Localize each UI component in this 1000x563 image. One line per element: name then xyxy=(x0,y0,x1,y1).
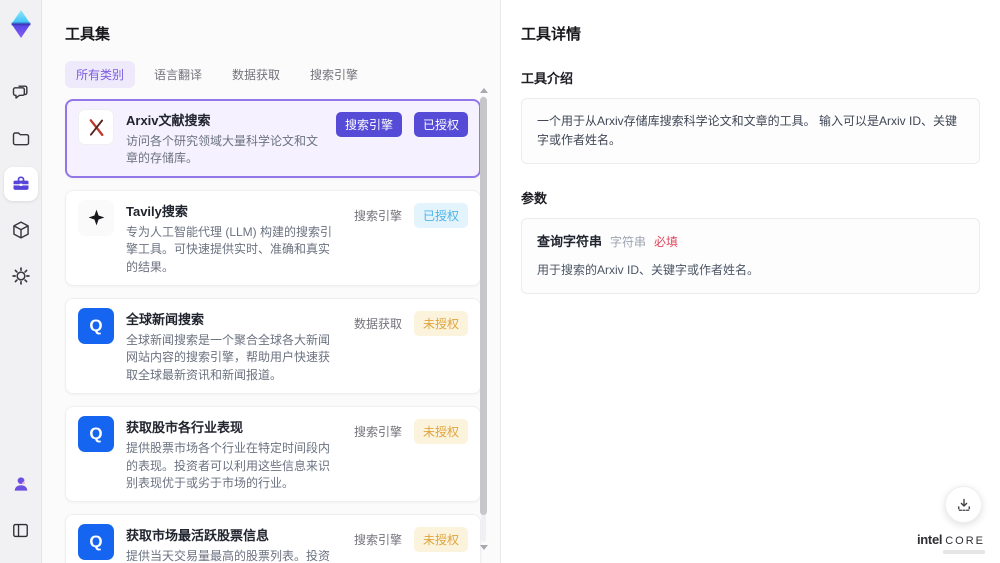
left-rail xyxy=(0,0,42,563)
tool-name: 获取市场最活跃股票信息 xyxy=(126,528,270,544)
tool-text: 获取市场最活跃股票信息 提供当天交易量最高的股票列表。投资者可以利用这些信息来识… xyxy=(126,524,342,563)
tool-icon-tile: Q xyxy=(78,307,114,344)
page-title: 工具集 xyxy=(65,26,111,43)
tool-category-badge: 搜索引擎 xyxy=(353,425,402,440)
tool-icon-tile: Q xyxy=(78,524,114,561)
intel-wordmark: intel xyxy=(916,531,943,547)
tool-icon-tile: Q xyxy=(78,416,114,453)
tool-icon-tile xyxy=(78,109,114,145)
tool-list: Arxiv文献搜索 访问各个研究领域大量科学论文和文章的存储库。 搜索引擎 已授… xyxy=(65,99,481,563)
tool-category-badge: 搜索引擎 xyxy=(335,112,402,137)
tool-card-4[interactable]: Q 获取市场最活跃股票信息 提供当天交易量最高的股票列表。投资者可以利用这些信息… xyxy=(65,514,481,563)
nav-models[interactable] xyxy=(4,213,38,247)
parameter-description: 用于搜索的Arxiv ID、关键字或作者姓名。 xyxy=(537,263,760,278)
tool-auth-badge: 已授权 xyxy=(413,112,468,137)
tool-category-badge: 搜索引擎 xyxy=(353,533,402,548)
nav-files[interactable] xyxy=(4,121,38,155)
intel-core-logo: intel CORE xyxy=(916,531,985,554)
nav-toolbox[interactable] xyxy=(3,167,38,201)
tool-description: 访问各个研究领域大量科学论文和文章的存储库。 xyxy=(126,134,319,166)
panel-toggle-icon xyxy=(13,523,28,537)
parameter-type: 字符串 xyxy=(610,235,647,250)
parameter-name: 查询字符串 xyxy=(537,234,603,250)
tool-badges: 搜索引擎 未授权 xyxy=(353,524,468,553)
tab-2[interactable]: 数据获取 xyxy=(221,61,291,88)
tool-category-badge: 搜索引擎 xyxy=(353,208,402,223)
tool-list-pane: 工具集 所有类别 语言翻译 数据获取 搜索引擎 Arxiv文献搜索 访问各个研究领域大… xyxy=(42,0,500,563)
tool-badges: 搜索引擎 未授权 xyxy=(353,416,468,445)
tool-text: 全球新闻搜索 全球新闻搜索是一个聚合全球各大新闻网站内容的搜索引擎，帮助用户快速… xyxy=(126,308,342,384)
intel-core-subline xyxy=(943,550,985,554)
parameter-header: 查询字符串 字符串 必填 xyxy=(537,232,964,253)
tool-name: Tavily搜索 xyxy=(126,203,188,219)
list-scrollbar[interactable] xyxy=(479,88,488,550)
tool-intro-text: 一个用于从Arxiv存储库搜索科学论文和文章的工具。 输入可以是Arxiv ID… xyxy=(521,98,980,165)
app-window: 工具集 所有类别 语言翻译 数据获取 搜索引擎 Arxiv文献搜索 访问各个研究领域大… xyxy=(0,0,1000,563)
tool-text: Tavily搜索 专为人工智能代理 (LLM) 构建的搜索引擎工具。可快速提供实… xyxy=(126,200,342,276)
tab-0[interactable]: 所有类别 xyxy=(65,61,136,88)
tool-name: 全球新闻搜索 xyxy=(126,311,205,327)
scroll-up-arrow-icon[interactable] xyxy=(479,88,488,93)
tool-badges: 搜索引擎 已授权 xyxy=(354,200,468,228)
settings-icon xyxy=(11,267,30,285)
intro-section-title: 工具介绍 xyxy=(521,71,574,86)
arxiv-logo-icon xyxy=(89,118,103,136)
tool-auth-badge: 未授权 xyxy=(413,527,468,553)
tool-card-0[interactable]: Arxiv文献搜索 访问各个研究领域大量科学论文和文章的存储库。 搜索引擎 已授… xyxy=(65,99,481,178)
download-icon xyxy=(957,498,970,511)
cube-icon xyxy=(12,221,29,239)
nav-settings[interactable] xyxy=(4,259,38,293)
scroll-down-arrow-icon[interactable] xyxy=(479,545,488,550)
category-tabs: 所有类别 语言翻译 数据获取 搜索引擎 xyxy=(65,61,500,88)
tool-description: 专为人工智能代理 (LLM) 构建的搜索引擎工具。可快速提供实时、准确和真实的结… xyxy=(126,224,333,274)
tool-card-1[interactable]: Tavily搜索 专为人工智能代理 (LLM) 构建的搜索引擎工具。可快速提供实… xyxy=(65,189,481,286)
tavily-star-icon xyxy=(88,209,104,226)
tool-description: 提供股票市场各个行业在特定时间段内的表现。投资者可以利用这些信息来识别表现优于或… xyxy=(126,441,331,490)
download-button[interactable] xyxy=(945,486,982,523)
tool-card-3[interactable]: Q 获取股市各行业表现 提供股票市场各个行业在特定时间段内的表现。投资者可以利用… xyxy=(65,406,481,503)
news-q-logo-icon: Q xyxy=(89,315,103,335)
news-q-logo-icon: Q xyxy=(89,532,103,552)
parameter-card: 查询字符串 字符串 必填 用于搜索的Arxiv ID、关键字或作者姓名。 xyxy=(521,218,980,295)
tool-badges: 搜索引擎 已授权 xyxy=(335,109,468,137)
nav-account[interactable] xyxy=(4,467,38,501)
avatar-icon xyxy=(14,477,27,491)
tab-1[interactable]: 语言翻译 xyxy=(143,61,213,88)
tool-auth-badge: 已授权 xyxy=(413,202,468,228)
toolbox-icon xyxy=(13,176,28,190)
nav-collapse-panel[interactable] xyxy=(4,513,38,547)
detail-title: 工具详情 xyxy=(521,26,582,43)
tool-category-badge: 数据获取 xyxy=(353,316,402,331)
tab-3[interactable]: 搜索引擎 xyxy=(299,61,369,88)
tool-card-2[interactable]: Q 全球新闻搜索 全球新闻搜索是一个聚合全球各大新闻网站内容的搜索引擎，帮助用户… xyxy=(65,297,481,395)
tool-description: 全球新闻搜索是一个聚合全球各大新闻网站内容的搜索引擎，帮助用户快速获取全球最新资… xyxy=(126,332,331,382)
tool-description: 提供当天交易量最高的股票列表。投资者可以利用这些信息来识别流动性强的股票和潜在的… xyxy=(126,549,331,563)
tool-icon-tile xyxy=(78,199,114,236)
scrollbar-thumb[interactable] xyxy=(480,97,487,515)
tool-auth-badge: 未授权 xyxy=(413,419,468,445)
tool-name: Arxiv文献搜索 xyxy=(126,113,211,128)
params-section-title: 参数 xyxy=(521,191,548,207)
tool-name: 获取股市各行业表现 xyxy=(126,420,244,436)
tool-detail-pane: 工具详情 工具介绍 一个用于从Arxiv存储库搜索科学论文和文章的工具。 输入可… xyxy=(500,0,1000,563)
core-wordmark: CORE xyxy=(945,534,985,547)
app-logo-icon xyxy=(7,10,30,38)
folder-icon xyxy=(12,132,29,146)
news-q-logo-icon: Q xyxy=(89,424,103,444)
chat-icon xyxy=(12,85,28,99)
tool-text: Arxiv文献搜索 访问各个研究领域大量科学论文和文章的存储库。 xyxy=(126,109,324,168)
parameter-required-badge: 必填 xyxy=(654,235,679,250)
nav-chat[interactable] xyxy=(4,75,38,109)
tool-text: 获取股市各行业表现 提供股票市场各个行业在特定时间段内的表现。投资者可以利用这些… xyxy=(126,416,342,492)
tool-badges: 数据获取 未授权 xyxy=(354,308,468,336)
tool-auth-badge: 未授权 xyxy=(413,310,468,336)
